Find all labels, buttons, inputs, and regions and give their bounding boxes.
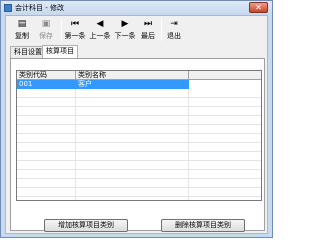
window-title: 会计科目 - 修改 <box>15 4 64 12</box>
account-subject-window: 会计科目 - 修改 ✕ ▤ 复制 ▣ 保存 ⏮ 第一条 ◀ 上一条 ▶ 下一条 … <box>0 0 273 238</box>
column-header-code[interactable]: 类别代码 <box>17 71 76 80</box>
first-record-icon: ⏮ <box>70 19 80 29</box>
grid-header: 类别代码 类别名称 <box>17 71 261 80</box>
previous-record-icon: ◀ <box>96 19 104 29</box>
delete-category-button[interactable]: 删除核算项目类别 <box>161 219 245 232</box>
tab-accounting-items[interactable]: 核算项目 <box>42 45 78 58</box>
copy-button[interactable]: ▤ 复制 <box>12 17 32 44</box>
last-record-label: 最后 <box>141 32 155 40</box>
exit-button[interactable]: ⇥ 退出 <box>165 17 183 44</box>
grid-column-divider <box>188 80 189 200</box>
previous-record-button[interactable]: ◀ 上一条 <box>89 17 111 44</box>
previous-record-label: 上一条 <box>89 32 111 40</box>
first-record-button[interactable]: ⏮ 第一条 <box>64 17 86 44</box>
toolbar-separator <box>161 19 162 41</box>
last-record-icon: ⏭ <box>143 19 153 29</box>
exit-icon: ⇥ <box>170 19 178 29</box>
category-code-cell: 001 <box>17 80 76 89</box>
table-row[interactable]: 001 客户 <box>17 80 261 89</box>
title-bar[interactable]: 会计科目 - 修改 ✕ <box>1 1 272 15</box>
last-record-button[interactable]: ⏭ 最后 <box>139 17 157 44</box>
save-button[interactable]: ▣ 保存 <box>36 17 56 44</box>
toolbar: ▤ 复制 ▣ 保存 ⏮ 第一条 ◀ 上一条 ▶ 下一条 ⏭ 最后 ⇥ 退出 <box>6 16 267 46</box>
grid-column-divider <box>75 80 76 200</box>
next-record-icon: ▶ <box>121 19 129 29</box>
app-icon <box>4 4 12 12</box>
category-name-cell: 客户 <box>76 80 189 89</box>
grid-lines <box>17 89 261 200</box>
add-category-button[interactable]: 增加核算项目类别 <box>44 219 128 232</box>
next-record-label: 下一条 <box>114 32 136 40</box>
copy-icon: ▤ <box>17 19 27 29</box>
window-content: ▤ 复制 ▣ 保存 ⏮ 第一条 ◀ 上一条 ▶ 下一条 ⏭ 最后 ⇥ 退出 科目… <box>5 15 268 234</box>
exit-button-label: 退出 <box>167 32 181 40</box>
accounting-items-panel: 类别代码 类别名称 001 客户 增加核算项目类别 删除核算项目类别 <box>10 58 265 232</box>
category-grid[interactable]: 类别代码 类别名称 001 客户 <box>16 70 262 201</box>
close-button[interactable]: ✕ <box>249 2 268 13</box>
save-icon: ▣ <box>41 19 51 29</box>
toolbar-separator <box>61 19 62 41</box>
save-button-label: 保存 <box>39 32 53 40</box>
first-record-label: 第一条 <box>64 32 86 40</box>
copy-button-label: 复制 <box>15 32 29 40</box>
column-header-name[interactable]: 类别名称 <box>76 71 189 80</box>
tab-subject-settings[interactable]: 科目设置 <box>10 46 46 58</box>
next-record-button[interactable]: ▶ 下一条 <box>114 17 136 44</box>
